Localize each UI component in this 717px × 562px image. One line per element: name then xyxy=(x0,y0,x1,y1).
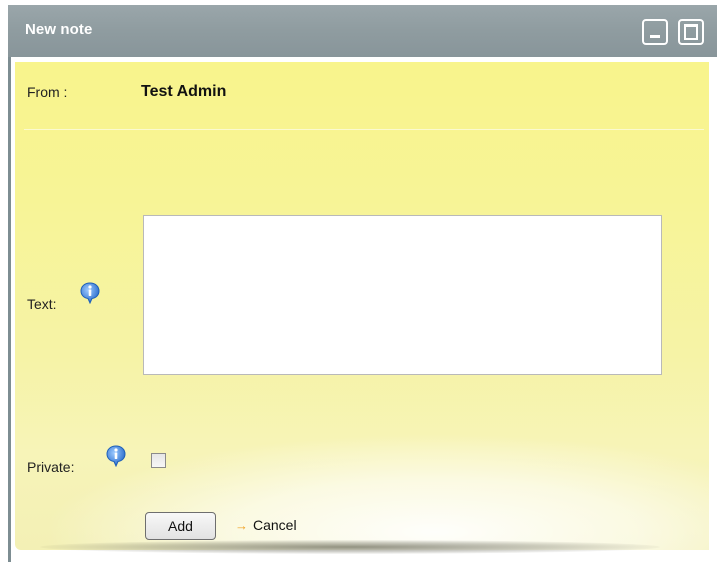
minimize-button[interactable] xyxy=(642,19,668,45)
maximize-icon xyxy=(684,24,698,40)
private-checkbox[interactable] xyxy=(151,453,166,468)
minimize-icon xyxy=(650,35,660,38)
private-label: Private: xyxy=(27,459,75,475)
cancel-label: Cancel xyxy=(253,517,297,533)
info-icon[interactable] xyxy=(80,282,100,304)
info-icon[interactable] xyxy=(106,445,126,467)
paper-curl-shadow xyxy=(40,540,660,554)
cancel-link[interactable]: → Cancel xyxy=(235,517,297,533)
window-title: New note xyxy=(25,21,93,38)
maximize-button[interactable] xyxy=(678,19,704,45)
text-label: Text: xyxy=(27,296,57,312)
window-titlebar: New note xyxy=(8,5,717,57)
from-value: Test Admin xyxy=(141,83,227,100)
note-text-input[interactable] xyxy=(143,215,662,375)
arrow-right-icon: → xyxy=(235,518,248,533)
from-label: From : xyxy=(27,84,68,100)
add-button[interactable]: Add xyxy=(145,512,216,540)
header-divider xyxy=(24,129,704,130)
window-border xyxy=(8,5,11,562)
